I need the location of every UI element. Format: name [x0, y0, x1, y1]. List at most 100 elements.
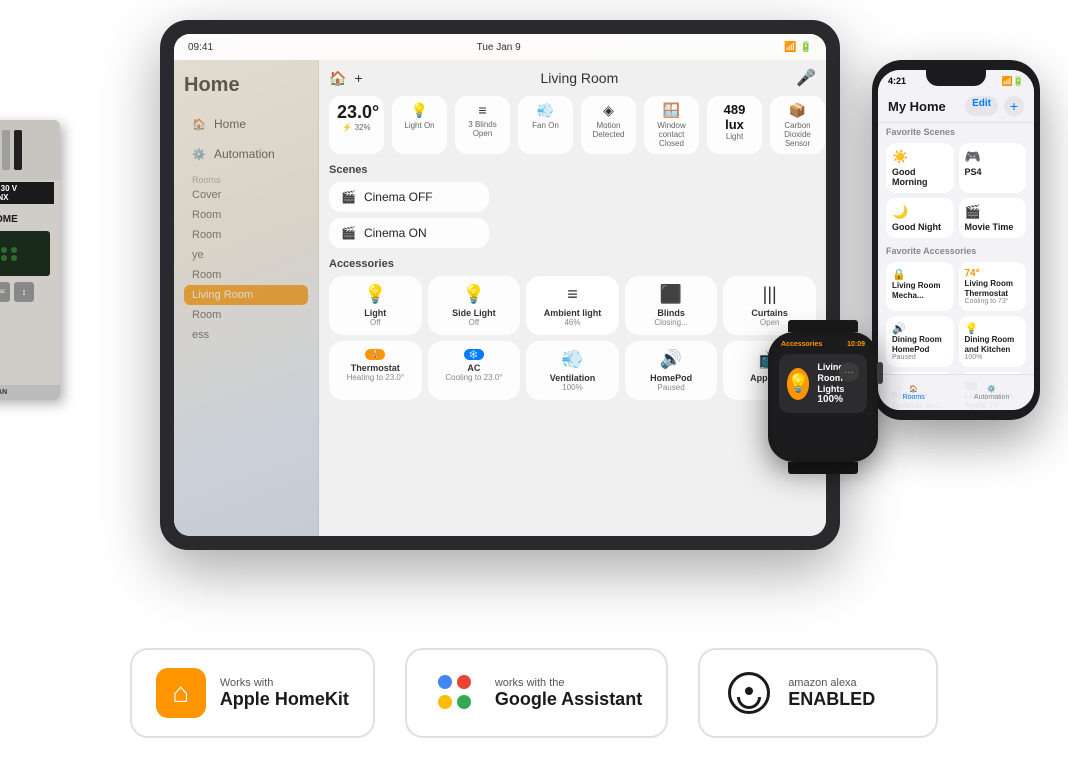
knx-btn-arrows[interactable]: ↕ — [14, 282, 34, 302]
google-dots-icon — [438, 675, 474, 711]
sensor-light-on: 💡 Light On — [392, 96, 447, 154]
phone-acc-lr-lock[interactable]: 🔒 Living Room Mecha... — [886, 262, 954, 311]
tablet-main-content: 🏠 + Living Room 🎤 23.0° ⚡ 32% 💡 — [319, 60, 826, 536]
add-topbar-icon[interactable]: + — [354, 70, 362, 86]
google-text-block: works with the Google Assistant — [495, 677, 642, 710]
watch-light-card[interactable]: 💡 Living Room Lights 100% ··· — [779, 354, 867, 413]
good-morning-icon: ☀️ — [892, 149, 948, 165]
watch-time: 10:09 — [847, 341, 865, 348]
alexa-icon-wrap — [724, 668, 774, 718]
apple-watch: Accessories 10:09 💡 Living Room Lights 1… — [758, 320, 888, 480]
watch-body: Accessories 10:09 💡 Living Room Lights 1… — [768, 332, 878, 462]
tablet-status-bar: 09:41 Tue Jan 9 📶 🔋 — [174, 34, 826, 60]
phone-acc-title: Favorite Accessories — [878, 242, 1034, 258]
sensor-window: 🪟 Window contact Closed — [644, 96, 699, 154]
phone-time: 4:21 — [888, 76, 906, 86]
knx-device: 12... 30 V KNX 1HOME P Esc ↕ LAN — [0, 120, 60, 400]
good-night-name: Good Night — [892, 222, 948, 232]
automation-nav-icon: ⚙️ — [987, 385, 996, 393]
sensor-blinds: ≡ 3 Blinds Open — [455, 96, 510, 154]
google-large-text: Google Assistant — [495, 689, 642, 710]
phone-add-button[interactable]: + — [1004, 96, 1024, 116]
homekit-badge: ⌂ Works with Apple HomeKit — [130, 648, 375, 738]
watch-screen: Accessories 10:09 💡 Living Room Lights 1… — [773, 337, 873, 457]
cinema-off-label: Cinema OFF — [364, 190, 433, 204]
phone-edit-button[interactable]: Edit — [965, 96, 998, 116]
acc-ambient[interactable]: ≡ Ambient light 46% — [526, 276, 619, 335]
phone-screen: 4:21 📶🔋 My Home Edit + Favorite Scenes ☀… — [878, 70, 1034, 410]
knx-voltage-label: 12... 30 V KNX — [0, 182, 54, 204]
scene-cinema-on[interactable]: 🎬 Cinema ON — [329, 218, 489, 248]
watch-card-value: 100% — [817, 394, 859, 405]
homekit-text-block: Works with Apple HomeKit — [220, 677, 349, 710]
tablet: 09:41 Tue Jan 9 📶 🔋 Home 🏠 Home ⚙️ Autom… — [160, 20, 840, 550]
tablet-topbar: 🏠 + Living Room 🎤 — [329, 68, 816, 88]
badges-bar: ⌂ Works with Apple HomeKit works with th… — [0, 618, 1068, 768]
ps4-icon: 🎮 — [965, 149, 1021, 165]
phone-title: My Home — [888, 99, 946, 114]
scene-cinema-off[interactable]: 🎬 Cinema OFF — [329, 182, 489, 212]
google-dot-blue — [438, 675, 452, 689]
sensor-fan: 💨 Fan On — [518, 96, 573, 154]
homekit-house-icon: ⌂ — [172, 677, 189, 709]
home-topbar-icon: 🏠 — [329, 70, 346, 87]
google-dot-yellow — [438, 695, 452, 709]
phone-scene-movie-time[interactable]: 🎬 Movie Time — [959, 198, 1027, 238]
wire-black — [14, 130, 22, 170]
acc-ventilation[interactable]: 💨 Ventilation 100% — [526, 341, 619, 400]
devices-area: 12... 30 V KNX 1HOME P Esc ↕ LAN 09:41 — [0, 0, 1068, 618]
knx-btn-esc[interactable]: Esc — [0, 282, 10, 302]
knx-bottom: LAN — [0, 385, 60, 400]
sensor-row: 23.0° ⚡ 32% 💡 Light On ≡ 3 Blinds Open — [329, 96, 816, 154]
sensor-lux: 489 lux Light — [707, 96, 762, 154]
watch-light-icon: 💡 — [787, 368, 809, 400]
wire-gray — [2, 130, 10, 170]
acc-ac[interactable]: ❄️ AC Cooling to 23.0° — [428, 341, 521, 400]
movie-time-name: Movie Time — [965, 222, 1021, 232]
phone-bottom-nav: 🏠 Rooms ⚙️ Automation — [878, 374, 1034, 410]
watch-status-bar: Accessories 10:09 — [773, 337, 873, 350]
acc-light[interactable]: 💡 Light Off — [329, 276, 422, 335]
phone-acc-dining-kitchen[interactable]: 💡 Dining Room and Kitchen 100% — [959, 316, 1027, 367]
homekit-small-text: Works with — [220, 677, 349, 689]
acc-thermostat[interactable]: 🌡️ Thermostat Heating to 23.0° — [329, 341, 422, 400]
alexa-large-text: ENABLED — [788, 689, 875, 710]
accessories-row2: 🌡️ Thermostat Heating to 23.0° ❄️ AC Coo… — [329, 341, 816, 400]
knx-brand: 1HOME — [0, 212, 54, 227]
phone-scene-good-morning[interactable]: ☀️ Good Morning — [886, 143, 954, 193]
cinema-on-label: Cinema ON — [364, 226, 427, 240]
google-small-text: works with the — [495, 677, 642, 689]
cinema-off-icon: 🎬 — [341, 190, 356, 204]
phone-scene-good-night[interactable]: 🌙 Good Night — [886, 198, 954, 238]
alexa-text-block: amazon alexa ENABLED — [788, 677, 875, 710]
tablet-time: 09:41 — [188, 42, 213, 53]
automation-nav-label: Automation — [974, 394, 1009, 401]
scenes-list: 🎬 Cinema OFF 🎬 Cinema ON — [329, 182, 816, 248]
phone-acc-dining-homepod[interactable]: 🔊 Dining Room HomePod Paused — [886, 316, 954, 367]
nav-rooms[interactable]: 🏠 Rooms — [903, 385, 925, 401]
microphone-icon[interactable]: 🎤 — [796, 68, 816, 88]
homekit-large-text: Apple HomeKit — [220, 689, 349, 710]
phone-header-buttons: Edit + — [965, 96, 1024, 116]
acc-blinds[interactable]: ⬛ Blinds Closing... — [625, 276, 718, 335]
accessories-grid: 💡 Light Off 💡 Side Light Off ≡ Ambient l… — [329, 276, 816, 335]
acc-side-light[interactable]: 💡 Side Light Off — [428, 276, 521, 335]
nav-automation[interactable]: ⚙️ Automation — [974, 385, 1009, 401]
cinema-on-icon: 🎬 — [341, 226, 356, 240]
alexa-ring-icon — [728, 672, 770, 714]
knx-buttons: P Esc ↕ — [0, 282, 50, 302]
phone-scene-ps4[interactable]: 🎮 PS4 — [959, 143, 1027, 193]
watch-band-top — [788, 320, 858, 332]
rooms-icon: 🏠 — [909, 385, 918, 393]
room-title: Living Room — [540, 70, 618, 86]
acc-homepod[interactable]: 🔊 HomePod Paused — [625, 341, 718, 400]
watch-more-button[interactable]: ··· — [839, 362, 859, 382]
good-morning-name: Good Morning — [892, 167, 948, 187]
google-dot-green — [457, 695, 471, 709]
tablet-date: Tue Jan 9 — [477, 42, 521, 53]
sensor-motion: ◈ Motion Detected — [581, 96, 636, 154]
sensor-temp: 23.0° ⚡ 32% — [329, 96, 384, 154]
phone-acc-lr-thermostat[interactable]: 74° Living Room Thermostat Cooling to 73… — [959, 262, 1027, 311]
watch-header-label: Accessories — [781, 341, 822, 348]
watch-band-bottom — [788, 462, 858, 474]
